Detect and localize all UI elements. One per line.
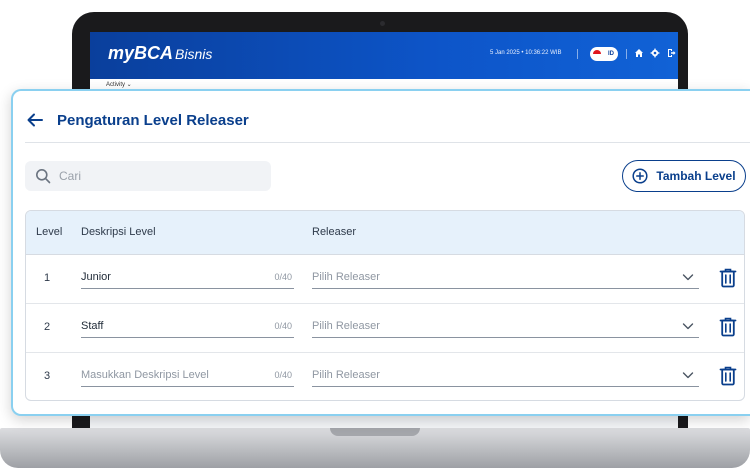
description-field[interactable]: Masukkan Deskripsi Level 0/40 — [81, 364, 294, 387]
table-header: Level Deskripsi Level Releaser — [26, 211, 744, 255]
back-arrow-icon[interactable] — [25, 110, 45, 130]
add-level-button[interactable]: Tambah Level — [622, 160, 746, 192]
table-row: 1 Junior 0/40 Pilih Releaser — [26, 254, 744, 304]
column-header-releaser: Releaser — [312, 226, 357, 238]
description-value: Staff — [81, 320, 104, 332]
releaser-placeholder: Pilih Releaser — [312, 320, 380, 332]
search-box[interactable] — [25, 161, 271, 191]
char-counter: 0/40 — [274, 370, 292, 380]
chevron-down-icon — [682, 323, 694, 330]
chevron-down-icon — [682, 274, 694, 281]
home-icon[interactable] — [634, 48, 644, 58]
laptop-notch — [330, 428, 420, 436]
releaser-select[interactable]: Pilih Releaser — [312, 266, 699, 289]
char-counter: 0/40 — [274, 272, 292, 282]
search-input[interactable] — [57, 168, 261, 184]
divider — [577, 49, 578, 59]
logo-my: my — [108, 43, 135, 63]
logo-bisnis: Bisnis — [175, 46, 213, 62]
description-placeholder: Masukkan Deskripsi Level — [81, 369, 209, 381]
level-number: 1 — [44, 272, 51, 284]
column-header-level: Level — [36, 226, 63, 238]
plus-circle-icon — [632, 168, 648, 184]
camera-dot — [380, 21, 385, 26]
releaser-placeholder: Pilih Releaser — [312, 271, 380, 283]
dialog-header: Pengaturan Level Releaser — [25, 107, 249, 133]
app-topbar: myBCA Bisnis 5 Jan 2025 • 10:36:22 WIB ID — [90, 32, 678, 79]
header-divider — [25, 142, 750, 143]
trash-icon[interactable] — [719, 317, 737, 337]
releaser-select[interactable]: Pilih Releaser — [312, 315, 699, 338]
trash-icon[interactable] — [719, 366, 737, 386]
gear-icon[interactable] — [650, 48, 660, 58]
activity-menu[interactable]: Activity ⌄ — [106, 81, 132, 88]
releaser-select[interactable]: Pilih Releaser — [312, 364, 699, 387]
app-datetime: 5 Jan 2025 • 10:36:22 WIB — [490, 50, 562, 56]
releaser-level-dialog: Pengaturan Level Releaser Tambah Level L… — [11, 89, 750, 416]
column-header-description: Deskripsi Level — [81, 226, 156, 238]
divider — [626, 49, 627, 59]
level-number: 3 — [44, 370, 51, 382]
search-icon — [36, 169, 51, 184]
description-field[interactable]: Junior 0/40 — [81, 266, 294, 289]
app-logo: myBCA Bisnis — [108, 43, 212, 64]
language-label: ID — [608, 51, 614, 57]
language-toggle[interactable]: ID — [590, 47, 618, 61]
description-value: Junior — [81, 271, 111, 283]
add-level-label: Tambah Level — [656, 169, 736, 183]
table-row: 3 Masukkan Deskripsi Level 0/40 Pilih Re… — [26, 352, 744, 400]
char-counter: 0/40 — [274, 321, 292, 331]
page-title: Pengaturan Level Releaser — [57, 111, 249, 129]
chevron-down-icon — [682, 372, 694, 379]
flag-icon — [593, 50, 601, 58]
logout-icon[interactable] — [666, 48, 676, 58]
description-field[interactable]: Staff 0/40 — [81, 315, 294, 338]
trash-icon[interactable] — [719, 268, 737, 288]
logo-bca: BCA — [134, 43, 174, 63]
releaser-placeholder: Pilih Releaser — [312, 369, 380, 381]
levels-table: Level Deskripsi Level Releaser 1 Junior … — [25, 210, 745, 401]
table-row: 2 Staff 0/40 Pilih Releaser — [26, 303, 744, 353]
level-number: 2 — [44, 321, 51, 333]
